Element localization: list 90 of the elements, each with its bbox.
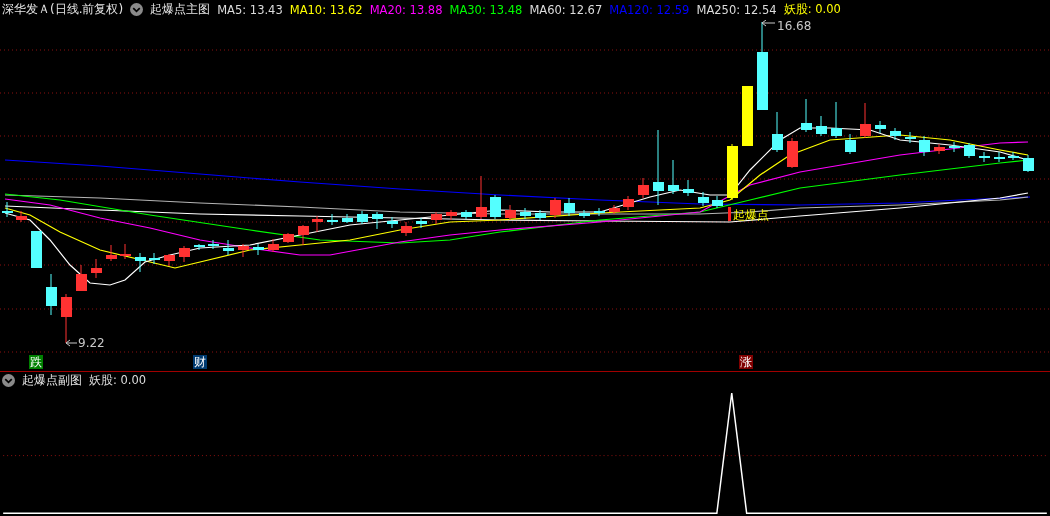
candlestick: [683, 179, 694, 197]
candlestick: [742, 85, 753, 147]
indicator-value: MA30: 13.48: [449, 2, 523, 17]
candlestick: [535, 209, 546, 221]
candlestick: [934, 143, 945, 155]
candlestick: [446, 209, 457, 221]
candlestick: [164, 253, 175, 267]
arrow-icon: [65, 339, 78, 347]
candlestick: [61, 293, 72, 344]
candlestick: [638, 177, 649, 199]
signal-tag: 财: [193, 354, 207, 369]
candlestick: [490, 194, 501, 220]
candlestick: [46, 273, 57, 316]
price-label: 16.68: [777, 19, 812, 33]
indicator-value: MA60: 12.67: [529, 2, 603, 17]
stock-title: 深华发Ａ(日线.前复权): [2, 1, 124, 19]
candlestick: [994, 151, 1005, 163]
price-label: 9.22: [78, 335, 105, 350]
dropdown-icon[interactable]: [130, 3, 144, 17]
candlestick: [106, 244, 117, 262]
candlestick: [564, 197, 575, 217]
indicator-value: MA10: 13.62: [289, 2, 363, 17]
candlestick: [372, 211, 383, 230]
candlestick: [579, 209, 590, 219]
candlestick: [623, 195, 634, 211]
candlestick: [875, 120, 886, 134]
candlestick: [208, 239, 219, 250]
indicator-name[interactable]: 起爆点主图: [150, 1, 211, 19]
candlestick: [949, 141, 960, 153]
candlestick: [919, 135, 930, 157]
candlestick: [1023, 154, 1034, 173]
candlestick: [801, 98, 812, 133]
candlestick: [91, 258, 102, 279]
candlestick: [860, 102, 871, 139]
dropdown-icon[interactable]: [2, 374, 15, 388]
candlestick: [238, 243, 249, 258]
candlestick: [1008, 151, 1019, 161]
candlestick: [194, 243, 205, 251]
signal-marker: [728, 206, 731, 221]
candlestick: [594, 207, 605, 217]
candlestick: [698, 191, 709, 207]
candlestick: [816, 115, 827, 137]
candlestick: [890, 127, 901, 141]
signal-tag: 跌: [29, 354, 43, 369]
candlestick: [979, 151, 990, 163]
arrow-icon: [761, 19, 776, 27]
candlestick: [149, 252, 160, 265]
candlestick: [787, 137, 798, 169]
indicator-value: MA250: 12.54: [696, 2, 777, 17]
signal-tag: 涨: [739, 354, 753, 369]
candlestick: [283, 232, 294, 244]
candlestick: [2, 201, 13, 218]
candlestick: [135, 252, 146, 273]
candlestick: [476, 175, 487, 220]
candlestick: [387, 216, 398, 229]
candlestick: [401, 221, 412, 237]
candlestick: [550, 197, 561, 219]
candlestick: [223, 239, 234, 256]
candlestick: [772, 111, 783, 153]
indicator-name[interactable]: 起爆点副图: [22, 372, 82, 390]
candlestick: [416, 217, 427, 229]
candlestick: [831, 101, 842, 139]
candlestick: [16, 210, 27, 223]
candlestick: [342, 213, 353, 224]
candlestick: [712, 195, 723, 209]
candlestick: [312, 215, 323, 233]
candlestick: [727, 143, 738, 201]
candlestick: [520, 207, 531, 220]
indicator-value: MA120: 12.59: [609, 2, 690, 17]
candlestick: [609, 204, 620, 215]
candlestick: [76, 264, 87, 292]
candlestick: [505, 204, 516, 221]
indicator-value: 妖股: 0.00: [783, 2, 841, 18]
candlestick: [845, 133, 856, 155]
candlestick: [357, 210, 368, 225]
candlestick: [668, 159, 679, 195]
candlestick: [253, 243, 264, 256]
candlestick: [31, 230, 42, 269]
candlestick: [431, 211, 442, 225]
candlestick: [120, 243, 131, 260]
candlestick: [964, 142, 975, 159]
candlestick: [461, 209, 472, 220]
indicator-value: MA5: 13.43: [217, 2, 283, 17]
indicator-value: 妖股: 0.00: [89, 373, 147, 389]
candlestick: [905, 131, 916, 144]
indicator-value: MA20: 13.88: [369, 2, 443, 17]
candlestick: [179, 245, 190, 263]
candlestick: [327, 213, 338, 226]
candlestick: [298, 224, 309, 246]
candlestick: [268, 238, 279, 253]
